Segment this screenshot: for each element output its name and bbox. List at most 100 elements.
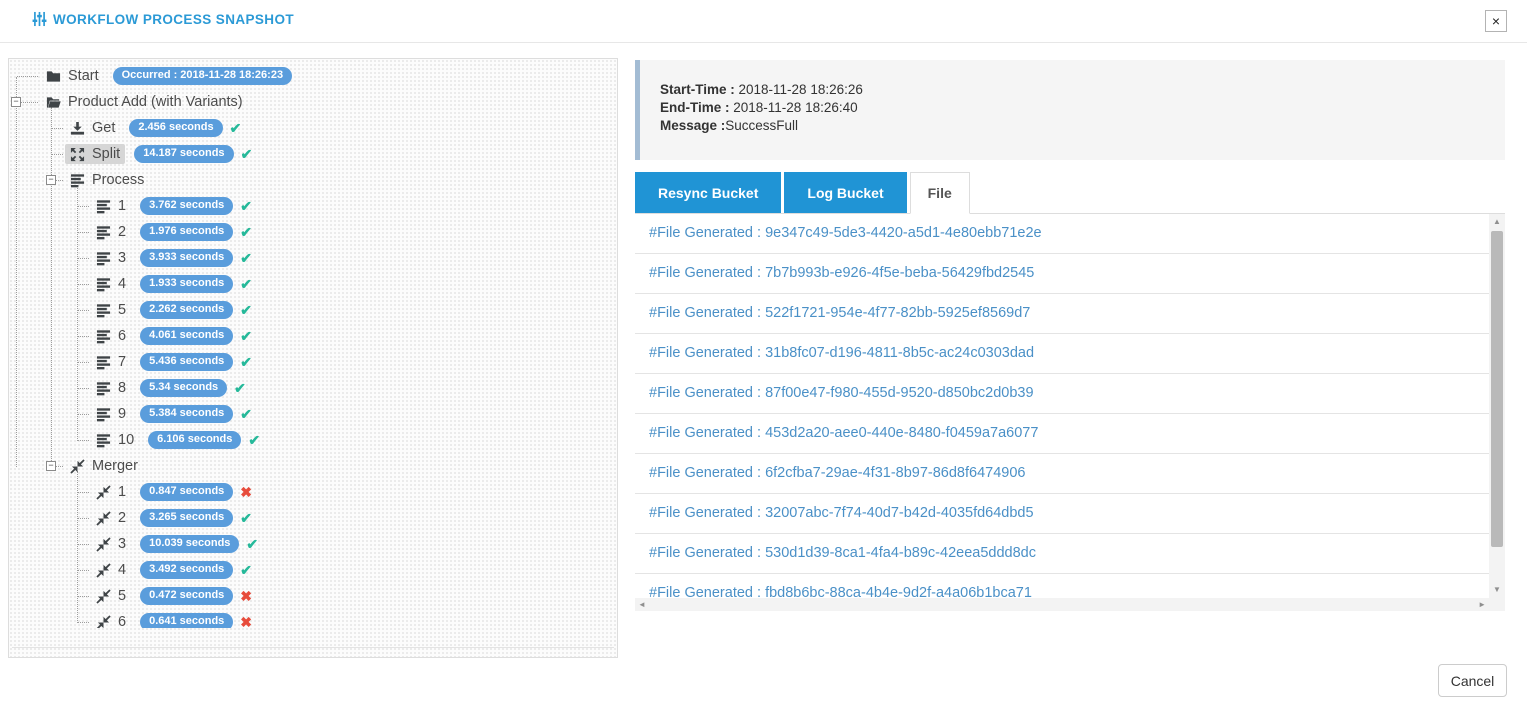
tree-connector — [78, 570, 89, 571]
node-label: Process — [92, 172, 144, 188]
tree-node[interactable]: − 2 3.265 seconds ✔ ✖ — [9, 505, 617, 531]
tree-node[interactable]: − Merger ✔ ✖ — [9, 453, 617, 479]
node-type-icon — [96, 251, 111, 266]
tree-node-core[interactable]: 6 — [91, 612, 131, 628]
tab[interactable]: Resync Bucket — [635, 172, 781, 213]
tree-node[interactable]: − 1 0.847 seconds ✔ ✖ — [9, 479, 617, 505]
tree-node-core[interactable]: 9 — [91, 404, 131, 424]
tree-node[interactable]: − 10 6.106 seconds ✔ ✖ — [9, 427, 617, 453]
tree-node[interactable]: − Split 14.187 seconds ✔ ✖ — [9, 141, 617, 167]
failure-x-icon: ✖ — [240, 588, 252, 605]
duration-badge: 14.187 seconds — [134, 145, 233, 163]
scroll-right-arrow[interactable]: ► — [1478, 600, 1486, 609]
workflow-tree[interactable]: − Start Occurred : 2018-11-28 18:26:23 ✔ — [9, 59, 617, 628]
node-type-icon — [96, 381, 111, 396]
tree-node[interactable]: − 5 0.472 seconds ✔ ✖ — [9, 583, 617, 609]
duration-badge: 0.641 seconds — [140, 613, 233, 628]
tree-node[interactable]: − 5 2.262 seconds ✔ ✖ — [9, 297, 617, 323]
node-label: 9 — [118, 406, 126, 422]
tree-node-core[interactable]: 1 — [91, 196, 131, 216]
tree-node-core[interactable]: Merger — [65, 456, 143, 476]
tree-node[interactable]: − 6 0.641 seconds ✔ ✖ — [9, 609, 617, 628]
tree-node[interactable]: − 4 3.492 seconds ✔ ✖ — [9, 557, 617, 583]
tree-node-core[interactable]: Process — [65, 170, 149, 190]
tree-node-core[interactable]: 8 — [91, 378, 131, 398]
tree-node-core[interactable]: Split — [65, 144, 125, 164]
generated-file-link[interactable]: #File Generated : 9e347c49-5de3-4420-a5d… — [635, 214, 1489, 254]
success-check-icon: ✔ — [240, 328, 252, 345]
scroll-up-arrow[interactable]: ▲ — [1489, 217, 1505, 226]
tree-node[interactable]: − Process ✔ ✖ — [9, 167, 617, 193]
node-label: Split — [92, 146, 120, 162]
generated-file-link[interactable]: #File Generated : 87f00e47-f980-455d-952… — [635, 374, 1489, 414]
tree-node-core[interactable]: 10 — [91, 430, 139, 450]
tree-connector — [78, 232, 89, 233]
tree-node-core[interactable]: 1 — [91, 482, 131, 502]
tree-node[interactable]: − 7 5.436 seconds ✔ ✖ — [9, 349, 617, 375]
node-type-icon — [96, 199, 111, 214]
horizontal-scrollbar[interactable]: ◄ ► — [635, 598, 1489, 611]
node-type-icon — [96, 433, 111, 448]
tree-node[interactable]: − 9 5.384 seconds ✔ ✖ — [9, 401, 617, 427]
tab[interactable]: File — [910, 172, 970, 214]
generated-file-link[interactable]: #File Generated : 7b7b993b-e926-4f5e-beb… — [635, 254, 1489, 294]
success-check-icon: ✔ — [240, 406, 252, 423]
generated-file-link[interactable]: #File Generated : 32007abc-7f74-40d7-b42… — [635, 494, 1489, 534]
generated-file-link[interactable]: #File Generated : 6f2cfba7-29ae-4f31-8b9… — [635, 454, 1489, 494]
tree-node-core[interactable]: 2 — [91, 508, 131, 528]
node-label: 6 — [118, 328, 126, 344]
node-label: 3 — [118, 250, 126, 266]
vertical-scrollbar[interactable]: ▲ ▼ — [1489, 214, 1505, 598]
success-check-icon: ✔ — [240, 354, 252, 371]
tab-label: Log Bucket — [807, 185, 883, 201]
tree-node[interactable]: − 3 3.933 seconds ✔ ✖ — [9, 245, 617, 271]
tree-node[interactable]: − 8 5.34 seconds ✔ ✖ — [9, 375, 617, 401]
tree-node-core[interactable]: 3 — [91, 248, 131, 268]
scroll-left-arrow[interactable]: ◄ — [638, 600, 646, 609]
tree-connector — [78, 362, 89, 363]
collapse-toggle[interactable]: − — [11, 97, 21, 107]
bucket-tabs: Resync Bucket Log Bucket File — [635, 172, 1505, 214]
close-button[interactable]: × — [1485, 10, 1507, 32]
scroll-down-arrow[interactable]: ▼ — [1489, 585, 1505, 594]
tree-node-core[interactable]: 3 — [91, 534, 131, 554]
tree-node-core[interactable]: 5 — [91, 586, 131, 606]
tree-node[interactable]: − 6 4.061 seconds ✔ ✖ — [9, 323, 617, 349]
generated-file-link[interactable]: #File Generated : 31b8fc07-d196-4811-8b5… — [635, 334, 1489, 374]
tree-node-core[interactable]: 4 — [91, 560, 131, 580]
run-summary-callout: Start-Time : 2018-11-28 18:26:26 End-Tim… — [635, 60, 1505, 160]
generated-file-link[interactable]: #File Generated : 530d1d39-8ca1-4fa4-b89… — [635, 534, 1489, 574]
start-time-line: Start-Time : 2018-11-28 18:26:26 — [660, 81, 1505, 99]
tree-node[interactable]: − 2 1.976 seconds ✔ ✖ — [9, 219, 617, 245]
node-type-icon — [96, 303, 111, 318]
node-type-icon — [96, 355, 111, 370]
node-type-icon — [70, 121, 85, 136]
tree-node-core[interactable]: 6 — [91, 326, 131, 346]
collapse-toggle[interactable]: − — [46, 175, 56, 185]
tree-node-core[interactable]: 5 — [91, 300, 131, 320]
tree-node[interactable]: − Product Add (with Variants) ✔ ✖ — [9, 89, 617, 115]
tree-node-core[interactable]: 4 — [91, 274, 131, 294]
generated-file-link[interactable]: #File Generated : 522f1721-954e-4f77-82b… — [635, 294, 1489, 334]
tree-node-core[interactable]: Get — [65, 118, 120, 138]
tree-connector — [17, 76, 38, 77]
tree-node[interactable]: − Get 2.456 seconds ✔ ✖ — [9, 115, 617, 141]
node-type-icon — [96, 485, 111, 500]
tree-node[interactable]: − 3 10.039 seconds ✔ ✖ — [9, 531, 617, 557]
tree-node-core[interactable]: Product Add (with Variants) — [41, 92, 248, 112]
tree-node-core[interactable]: 2 — [91, 222, 131, 242]
cancel-button[interactable]: Cancel — [1438, 664, 1507, 697]
tree-node-core[interactable]: Start — [41, 66, 104, 86]
collapse-toggle[interactable]: − — [46, 461, 56, 471]
tree-node-core[interactable]: 7 — [91, 352, 131, 372]
duration-badge: 1.976 seconds — [140, 223, 233, 241]
tree-node[interactable]: − 1 3.762 seconds ✔ ✖ — [9, 193, 617, 219]
page-title: WORKFLOW PROCESS SNAPSHOT — [32, 11, 294, 27]
generated-file-link[interactable]: #File Generated : 453d2a20-aee0-440e-848… — [635, 414, 1489, 454]
tab[interactable]: Log Bucket — [784, 172, 906, 213]
vertical-scroll-thumb[interactable] — [1491, 231, 1503, 547]
duration-badge: 5.436 seconds — [140, 353, 233, 371]
tree-node[interactable]: − 4 1.933 seconds ✔ ✖ — [9, 271, 617, 297]
modal-header: WORKFLOW PROCESS SNAPSHOT × — [0, 0, 1527, 43]
tree-node[interactable]: − Start Occurred : 2018-11-28 18:26:23 ✔ — [9, 63, 617, 89]
